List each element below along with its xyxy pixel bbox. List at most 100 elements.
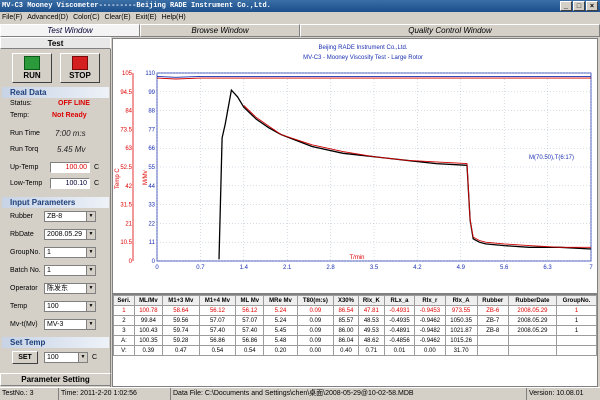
chevron-down-icon[interactable]: ▼ [86, 302, 95, 311]
menu-exit[interactable]: Exit(E) [136, 12, 157, 23]
table-row[interactable]: 3 100.43 59.74 57.40 57.40 5.45 0.09 86.00 49.53… [113, 325, 597, 336]
table-cell: 0.01 [383, 345, 416, 356]
status-label: Status: [10, 100, 32, 107]
menu-advanced[interactable]: Advanced(D) [27, 12, 68, 23]
chart-area: Beijing RADE Instrument Co.,Ltd. MV-C3 -… [112, 38, 598, 294]
close-icon[interactable]: × [586, 1, 598, 11]
col-header[interactable]: Rlx_A [444, 295, 478, 306]
y-temp-tick-label: 84 [125, 109, 132, 115]
table-cell: 0.47 [161, 345, 200, 356]
y-temp-tick-label: 0 [129, 259, 133, 265]
col-header[interactable]: T80(m:s) [296, 295, 335, 306]
run-time-value: 7:00 m:s [55, 129, 86, 138]
col-header[interactable]: Rlx_K [357, 295, 385, 306]
batchno-value: 1 [47, 267, 51, 274]
parameter-setting-button[interactable]: Parameter Setting [0, 373, 111, 386]
minimize-icon[interactable]: _ [560, 1, 572, 11]
x-tick-label: 0.7 [196, 265, 205, 271]
col-header[interactable]: ML/Mv [133, 295, 163, 306]
maximize-icon[interactable]: □ [573, 1, 585, 11]
y-temp-tick-label: 31.5 [120, 203, 132, 209]
chevron-down-icon[interactable]: ▼ [86, 284, 95, 293]
rubber-select[interactable]: ZB-8 ▼ [44, 211, 96, 222]
table-cell: 59.28 [161, 335, 200, 346]
col-header[interactable]: RLx_a [383, 295, 416, 306]
operator-select[interactable]: 陈发东 ▼ [44, 283, 96, 294]
col-header[interactable]: Rlx_r [414, 295, 446, 306]
operator-value: 陈发东 [47, 285, 68, 292]
table-cell [507, 335, 557, 346]
chevron-down-icon[interactable]: ▼ [86, 248, 95, 257]
rubber-label: Rubber [10, 213, 33, 220]
col-header[interactable]: Rubber [476, 295, 509, 306]
app-window: MV-C3 Mooney Viscometer---------Beijing … [0, 0, 600, 400]
chart-subtitle: MV-C3 - Mooney Viscosity Test - Large Ro… [303, 55, 423, 61]
tab-bar: Test Window Browse Window Quality Contro… [0, 23, 600, 37]
results-table: Seri. ML/Mv M1+3 Mv M1+4 Mv ML Mv MRe Mv… [113, 295, 597, 356]
table-cell: 2 [113, 315, 135, 326]
col-header[interactable]: M1+4 Mv [198, 295, 237, 306]
panel-title: Test [0, 37, 111, 49]
chevron-down-icon[interactable]: ▼ [86, 212, 95, 221]
table-cell: 100.35 [133, 335, 163, 346]
table-cell: 0.54 [235, 345, 265, 356]
menu-file[interactable]: File(F) [2, 12, 22, 23]
tab-quality-control-window[interactable]: Quality Control Window [300, 24, 600, 37]
x-tick-label: 2.1 [283, 265, 292, 271]
table-cell: ZB-8 [476, 325, 509, 336]
set-temp-select[interactable]: 100 ▼ [44, 352, 88, 363]
rbdate-value: 2008.05.29 [47, 231, 83, 238]
col-header[interactable]: GroupNo. [555, 295, 597, 306]
rbdate-select[interactable]: 2008.05.29 ▼ [44, 229, 96, 240]
y-mv-tick-label: 110 [145, 71, 155, 77]
mvt-select[interactable]: MV-3 ▼ [44, 319, 96, 330]
table-cell: 0.09 [296, 315, 335, 326]
temp2-select[interactable]: 100 ▼ [44, 301, 96, 312]
menu-help[interactable]: Help(H) [162, 12, 186, 23]
menu-clear[interactable]: Clear(E) [105, 12, 131, 23]
chevron-down-icon[interactable]: ▼ [86, 230, 95, 239]
chevron-down-icon[interactable]: ▼ [86, 266, 95, 275]
real-data-header: Real Data [2, 87, 109, 98]
temp-value: Not Ready [52, 112, 87, 119]
table-row[interactable]: V: 0.39 0.47 0.54 0.54 0.20 0.00 0.40 0.71 0.01 0.… [113, 345, 597, 356]
set-button[interactable]: SET [12, 351, 38, 364]
table-row[interactable]: A: 100.35 59.28 56.86 56.86 5.48 0.09 86.04 48.6… [113, 335, 597, 346]
table-cell: 58.64 [161, 305, 200, 316]
tab-browse-window[interactable]: Browse Window [140, 24, 300, 37]
table-row[interactable]: 1 100.78 58.64 56.12 56.12 5.24 0.09 86.54 47.81… [113, 305, 597, 316]
x-tick-label: 0 [155, 265, 159, 271]
col-header[interactable]: Seri. [113, 295, 135, 306]
chevron-down-icon[interactable]: ▼ [78, 353, 87, 362]
table-row[interactable]: 2 99.84 59.56 57.07 57.07 5.24 0.09 85.57 48.53-… [113, 315, 597, 326]
x-tick-label: 2.8 [326, 265, 335, 271]
table-cell: 0.20 [263, 345, 298, 356]
table-header-row: Seri. ML/Mv M1+3 Mv M1+4 Mv ML Mv MRe Mv… [113, 295, 597, 306]
col-header[interactable]: ML Mv [235, 295, 265, 306]
stop-button[interactable]: STOP [60, 53, 100, 83]
table-cell: 57.40 [198, 325, 237, 336]
col-header[interactable]: MRe Mv [263, 295, 298, 306]
temp-label: Temp: [10, 112, 30, 119]
table-cell: ZB-7 [476, 315, 509, 326]
col-header[interactable]: X30% [333, 295, 359, 306]
set-temp-header: Set Temp [2, 337, 109, 348]
tab-test-window[interactable]: Test Window [0, 24, 140, 37]
table-cell: -0.9462 [414, 335, 446, 346]
batchno-select[interactable]: 1 ▼ [44, 265, 96, 276]
mvt-label: Mv-t(Mv) [10, 321, 38, 328]
run-button[interactable]: RUN [12, 53, 52, 83]
window-controls: _ □ × [560, 1, 598, 11]
y-mv-tick-label: 44 [148, 184, 155, 190]
table-cell: 1 [555, 315, 597, 326]
menu-color[interactable]: Color(C) [73, 12, 99, 23]
x-axis-label: T/min [350, 255, 365, 261]
groupno-select[interactable]: 1 ▼ [44, 247, 96, 258]
table-cell: 3 [113, 325, 135, 336]
table-cell [476, 345, 509, 356]
chevron-down-icon[interactable]: ▼ [86, 320, 95, 329]
col-header[interactable]: M1+3 Mv [161, 295, 200, 306]
col-header[interactable]: RubberDate [507, 295, 557, 306]
y-mv-tick-label: 66 [148, 146, 155, 152]
input-params-header: Input Parameters [2, 197, 109, 208]
